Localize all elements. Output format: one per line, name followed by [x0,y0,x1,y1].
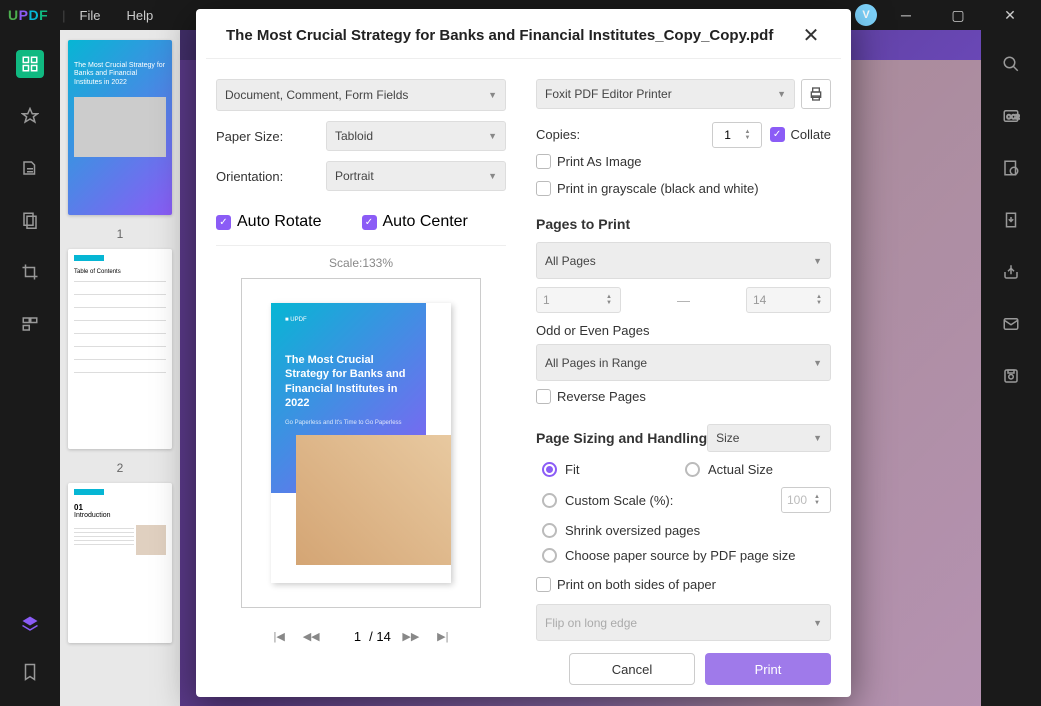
printer-icon[interactable] [801,79,831,109]
scale-label: Scale:133% [216,245,506,270]
range-to-input[interactable]: 14▲▼ [746,287,831,313]
thumb-number: 2 [68,461,172,475]
left-toolbar [0,30,60,706]
print-as-image-checkbox[interactable] [536,154,551,169]
organize-icon[interactable] [16,310,44,338]
svg-text:OCR: OCR [1007,115,1021,121]
save-icon[interactable] [997,362,1025,390]
menu-help[interactable]: Help [127,8,154,23]
orientation-label: Orientation: [216,169,326,184]
reverse-checkbox[interactable] [536,389,551,404]
prev-page-button[interactable]: ◀◀ [299,624,323,648]
size-select[interactable]: Size▼ [707,424,831,452]
thumbnail-page-3[interactable]: 01 Introduction [68,483,172,643]
custom-scale-radio[interactable] [542,493,557,508]
flip-select[interactable]: Flip on long edge▼ [536,604,831,641]
crop-icon[interactable] [16,258,44,286]
copies-input[interactable]: ▲▼ [712,122,762,148]
pages-select[interactable]: All Pages▼ [536,242,831,279]
edit-icon[interactable] [16,154,44,182]
toc-title: Table of Contents [74,269,166,275]
page-input[interactable] [331,629,361,644]
maximize-button[interactable]: ▢ [935,1,981,29]
dialog-title: The Most Crucial Strategy for Banks and … [226,27,773,44]
print-dialog: The Most Crucial Strategy for Banks and … [196,9,851,697]
odd-even-label: Odd or Even Pages [536,323,831,338]
ocr-icon[interactable]: OCR [997,102,1025,130]
custom-scale-input[interactable]: ▲▼ [781,487,831,513]
auto-rotate-checkbox[interactable]: ✓ [216,215,231,230]
print-preview: ■ UPDF The Most Crucial Strategy for Ban… [241,278,481,608]
last-page-button[interactable]: ▶| [431,624,455,648]
actual-size-radio[interactable] [685,462,700,477]
mail-icon[interactable] [997,310,1025,338]
range-from-input[interactable]: 1▲▼ [536,287,621,313]
odd-even-select[interactable]: All Pages in Range▼ [536,344,831,381]
thumb-title: The Most Crucial Strategy for Banks and … [74,62,166,87]
highlight-icon[interactable] [16,102,44,130]
both-sides-checkbox[interactable] [536,577,551,592]
avatar[interactable]: V [855,4,877,26]
shrink-radio[interactable] [542,523,557,538]
collate-checkbox[interactable]: ✓ [770,127,785,142]
layers-icon[interactable] [16,610,44,638]
thumbnails-icon[interactable] [16,50,44,78]
first-page-button[interactable]: |◀ [267,624,291,648]
separator: | [62,8,65,23]
export-icon[interactable] [997,206,1025,234]
print-button[interactable]: Print [705,653,831,685]
auto-rotate-label: Auto Rotate [237,213,322,231]
cancel-button[interactable]: Cancel [569,653,695,685]
share-icon[interactable] [997,258,1025,286]
sizing-title: Page Sizing and Handling [536,430,707,446]
app-logo: UPDF [8,7,48,23]
close-button[interactable]: ✕ [987,1,1033,29]
menu-file[interactable]: File [80,8,101,23]
printer-select[interactable]: Foxit PDF Editor Printer▼ [536,79,795,109]
page-total: / 14 [369,629,391,644]
right-toolbar: OCR [981,30,1041,706]
intro-title: Introduction [74,512,166,519]
choose-source-radio[interactable] [542,548,557,563]
grayscale-checkbox[interactable] [536,181,551,196]
next-page-button[interactable]: ▶▶ [399,624,423,648]
close-icon[interactable]: ✕ [801,23,821,48]
fit-radio[interactable] [542,462,557,477]
thumbnail-page-1[interactable]: The Most Crucial Strategy for Banks and … [68,40,172,215]
thumb-number: 1 [68,227,172,241]
auto-center-label: Auto Center [383,213,468,231]
search-icon[interactable] [997,50,1025,78]
bookmark-icon[interactable] [16,658,44,686]
paper-size-label: Paper Size: [216,129,326,144]
content-select[interactable]: Document, Comment, Form Fields▼ [216,79,506,111]
page-icon[interactable] [16,206,44,234]
auto-center-checkbox[interactable]: ✓ [362,215,377,230]
copies-label: Copies: [536,127,704,142]
orientation-select[interactable]: Portrait▼ [326,161,506,191]
thumbnail-panel: The Most Crucial Strategy for Banks and … [60,30,180,706]
pages-to-print-title: Pages to Print [536,216,831,232]
paper-size-select[interactable]: Tabloid▼ [326,121,506,151]
convert-icon[interactable] [997,154,1025,182]
minimize-button[interactable]: ─ [883,1,929,29]
preview-pager: |◀ ◀◀ / 14 ▶▶ ▶| [216,624,506,648]
thumbnail-page-2[interactable]: Table of Contents [68,249,172,449]
